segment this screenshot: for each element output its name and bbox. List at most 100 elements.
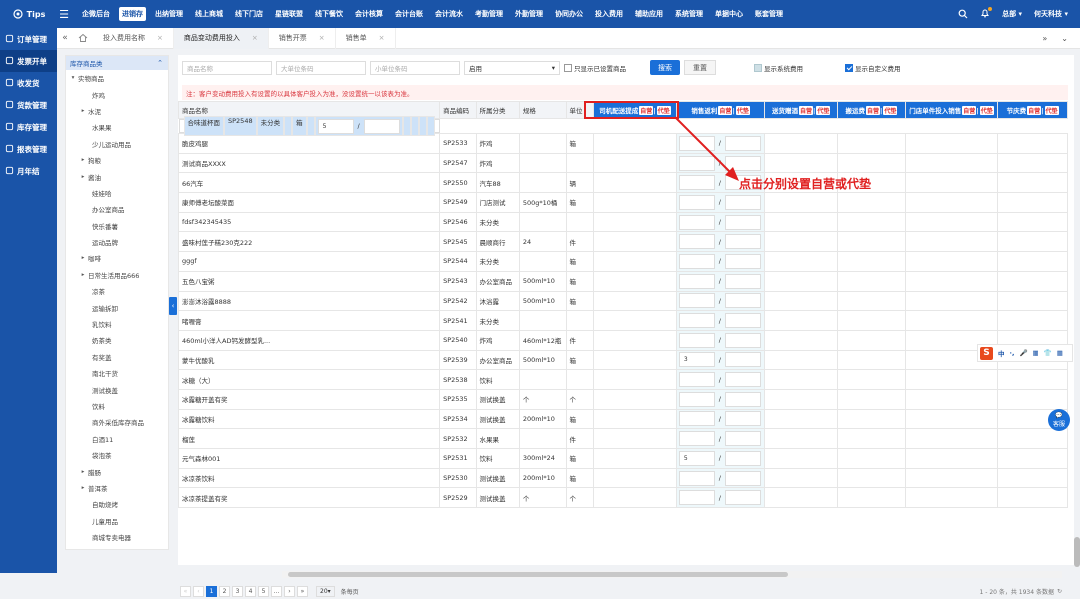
top-nav-item[interactable]: 出纳管理 — [149, 0, 189, 28]
top-nav-item[interactable]: 会计流水 — [429, 0, 469, 28]
self-operated-input[interactable]: 3 — [678, 352, 715, 368]
tab-item[interactable]: 投入费用名称 × — [93, 27, 174, 49]
refresh-icon[interactable]: ↻ — [1057, 588, 1062, 595]
table-row[interactable]: 啫喱膏 SP2541 未分类 / — [177, 310, 1068, 331]
top-nav-item[interactable]: 外勤管理 — [509, 0, 549, 28]
top-nav-item[interactable]: 单据中心 — [709, 0, 749, 28]
tree-node[interactable]: 商城专卖电器 — [66, 529, 168, 545]
pager-page[interactable]: 4 — [245, 585, 256, 597]
tabs-back-icon[interactable]: « — [57, 33, 73, 43]
sidebar-item-chart[interactable]: 报表管理 — [0, 138, 57, 160]
advance-pay-input[interactable] — [724, 490, 761, 506]
pager-page[interactable]: 5 — [258, 585, 269, 597]
pager-page[interactable]: ... — [271, 585, 282, 597]
expand-arrow-icon[interactable]: ▸ — [78, 469, 88, 475]
table-row[interactable]: 元气森林001 SP2531 饮料 300ml*24 箱 5/ — [177, 448, 1068, 469]
table-row[interactable]: 澎澎沐浴露8888 SP2542 沐浴露 500ml*10 箱 / — [177, 290, 1068, 312]
table-row[interactable]: 冰凉茶饮料 SP2530 测试换盖 200ml*10 箱 / — [177, 467, 1068, 489]
sidebar-item-calendar[interactable]: 月年结 — [0, 160, 57, 182]
self-operated-input[interactable] — [678, 391, 715, 407]
advance-pay-toggle[interactable]: 代垫 — [735, 106, 750, 115]
advance-pay-input[interactable] — [724, 332, 761, 348]
table-row[interactable]: 460ml小洋人AD钙发酵型乳... SP2540 炸鸡 460ml*12瓶件 / — [177, 329, 1068, 351]
tab-item[interactable]: 销售开票 × — [269, 27, 336, 49]
self-operated-input[interactable] — [678, 431, 715, 447]
tree-node[interactable]: ▸ 狗粮 — [66, 152, 168, 168]
pager-page[interactable]: 1 — [206, 585, 217, 597]
tree-node[interactable]: 南北干货 — [66, 365, 168, 381]
bell-icon[interactable] — [980, 7, 993, 20]
tree-header[interactable]: 库存商品类 ⌃ — [66, 56, 168, 70]
top-nav-item[interactable]: 线上商城 — [189, 0, 229, 28]
user-menu[interactable]: 总部 ▾ — [1002, 9, 1022, 19]
menu-toggle-icon[interactable]: ☰ — [58, 8, 70, 21]
self-operated-input[interactable] — [678, 253, 715, 269]
tree-node[interactable]: 运动品牌 — [66, 234, 168, 250]
pager-prev-icon[interactable]: ‹ — [193, 585, 204, 597]
ime-tool-icon[interactable]: ▦ — [1057, 349, 1063, 357]
pager-last-icon[interactable]: » — [297, 585, 308, 597]
table-row[interactable]: 蒙牛优酸乳 SP2539 办公室商品 500ml*10 箱 3/ — [177, 349, 1068, 371]
expand-arrow-icon[interactable]: ▸ — [78, 272, 88, 278]
page-size-select[interactable]: 20 ▾ — [316, 585, 335, 597]
home-icon[interactable] — [73, 33, 93, 43]
close-icon[interactable]: × — [319, 34, 325, 42]
advance-pay-toggle[interactable]: 代垫 — [1044, 106, 1059, 115]
tree-node[interactable]: ▸ 普洱茶 — [66, 480, 168, 496]
advance-pay-input[interactable] — [724, 391, 761, 407]
advance-pay-toggle[interactable]: 代垫 — [883, 106, 898, 115]
top-nav-item[interactable]: 会计核算 — [349, 0, 389, 28]
tips-logo[interactable]: Tips — [0, 9, 58, 19]
expand-arrow-icon[interactable]: ▸ — [78, 157, 88, 163]
vertical-scrollbar[interactable] — [1074, 537, 1080, 567]
sogou-logo-icon[interactable]: S — [980, 346, 993, 360]
self-operated-toggle[interactable]: 自营 — [718, 106, 733, 115]
tree-node[interactable]: 水果果 — [66, 119, 168, 135]
tree-node[interactable]: 办公室商品 — [66, 201, 168, 217]
table-row[interactable]: 冰露糖饮料 SP2534 测试换盖 200ml*10 箱 / — [177, 408, 1068, 430]
product-name-input[interactable]: 商品名称 — [182, 60, 272, 75]
top-nav-item[interactable]: 企微后台 — [76, 0, 116, 28]
table-row[interactable]: 合味道杯面 SP2548 未分类箱 5/ — [178, 116, 440, 136]
chevron-up-icon[interactable]: ⌃ — [157, 59, 163, 67]
sidebar-item-box[interactable]: 库存管理 — [0, 116, 57, 138]
ime-tool-icon[interactable]: ·, — [1010, 349, 1015, 357]
tree-node[interactable]: 有奖盖 — [66, 349, 168, 365]
self-operated-input[interactable] — [678, 411, 715, 427]
big-unit-barcode-input[interactable]: 大单位条码 — [276, 60, 366, 75]
table-row[interactable]: 冰露糖开盖有奖 SP2535 测试换盖个个 / — [177, 388, 1068, 410]
close-icon[interactable]: × — [379, 34, 385, 42]
show-system-cost-checkbox[interactable]: 显示系统费用 — [754, 63, 803, 73]
sidebar-item-file[interactable]: 订单管理 — [0, 28, 57, 50]
top-nav-item[interactable]: 进销存 — [119, 7, 146, 21]
ime-tool-icon[interactable]: ▦ — [1033, 349, 1039, 357]
table-row[interactable]: fdsf342345435 SP2546 未分类 / — [177, 211, 1068, 233]
self-operated-toggle[interactable]: 自营 — [799, 106, 814, 115]
advance-pay-input[interactable] — [724, 450, 761, 466]
self-operated-input[interactable] — [678, 332, 715, 348]
tree-node[interactable]: ▸ 咖啡 — [66, 250, 168, 266]
tree-node[interactable]: ▾ 实物商品 — [66, 70, 168, 86]
self-operated-input[interactable] — [678, 470, 715, 486]
expand-arrow-icon[interactable]: ▸ — [78, 174, 88, 180]
self-operated-input[interactable] — [678, 372, 715, 388]
top-nav-item[interactable]: 考勤管理 — [469, 0, 509, 28]
company-menu[interactable]: 何天科技 ▾ — [1034, 9, 1068, 19]
advance-pay-input[interactable] — [724, 372, 761, 388]
close-icon[interactable]: × — [157, 34, 163, 42]
tree-node[interactable]: 少儿运动用品 — [66, 136, 168, 152]
tree-node[interactable]: 奶茶类 — [66, 332, 168, 348]
advance-pay-input[interactable] — [724, 411, 761, 427]
top-nav-item[interactable]: 星链联盟 — [269, 0, 309, 28]
expand-arrow-icon[interactable]: ▸ — [78, 108, 88, 114]
sidebar-item-truck[interactable]: 收发货 — [0, 72, 57, 94]
search-icon[interactable] — [958, 9, 968, 19]
tree-node[interactable]: 白酒11 — [66, 431, 168, 447]
advance-pay-input[interactable] — [724, 313, 761, 329]
customer-service-button[interactable]: 💬 客服 — [1048, 409, 1070, 431]
tab-item[interactable]: 商品变动费用投入 × — [173, 27, 269, 49]
only-set-checkbox[interactable]: 只显示已设置商品 — [564, 63, 626, 73]
pager-first-icon[interactable]: « — [180, 585, 191, 597]
self-operated-input[interactable] — [678, 234, 715, 250]
collapse-tree-button[interactable]: ‹ — [169, 297, 177, 315]
